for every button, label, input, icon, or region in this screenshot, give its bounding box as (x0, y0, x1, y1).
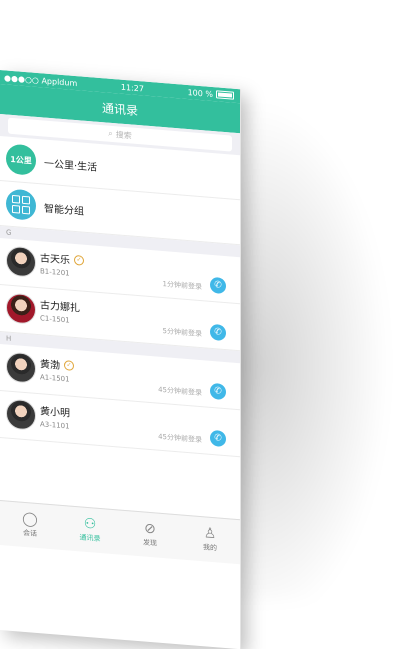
phone-screen: ●●●○○ Appldum 11:27 100 % 通讯录 ⌕ 搜索 1公里 一… (0, 70, 241, 649)
tab-label: 会话 (23, 528, 37, 538)
tab-me[interactable]: ♙ 我的 (180, 515, 240, 564)
page-title: 通讯录 (101, 100, 138, 118)
contact-name: 古力娜扎 (40, 300, 80, 315)
phone-call-icon[interactable]: ✆ (210, 429, 226, 448)
chat-bubble-icon: ◯ (22, 510, 38, 529)
special-item-label: 智能分组 (44, 203, 84, 218)
contact-name: 黄渤 (40, 359, 60, 372)
avatar (6, 245, 36, 278)
last-login: 5分钟前登录 (162, 327, 202, 339)
search-icon: ⌕ (108, 128, 113, 139)
tab-label: 发现 (143, 538, 157, 548)
contact-name-wrap: 黄渤 ✓ (40, 355, 74, 373)
last-login: 1分钟前登录 (162, 280, 202, 292)
tab-chat[interactable]: ◯ 会话 (0, 501, 60, 550)
tab-label: 我的 (203, 543, 217, 553)
contact-name-wrap: 黄小明 (40, 402, 70, 419)
phone-call-icon[interactable]: ✆ (210, 382, 226, 401)
avatar (6, 398, 36, 431)
contact-room: C1-1501 (40, 314, 70, 325)
tab-bar: ◯ 会话 ⚇ 通讯录 ⊘ 发现 ♙ 我的 (0, 500, 240, 565)
avatar (6, 351, 36, 384)
contact-room: A3-1101 (40, 420, 70, 431)
verified-icon: ✓ (74, 254, 84, 266)
verified-icon: ✓ (64, 359, 74, 371)
battery-area: 100 % (188, 88, 234, 101)
clock: 11:27 (120, 82, 144, 94)
phone-call-icon[interactable]: ✆ (210, 323, 226, 342)
tab-discover[interactable]: ⊘ 发现 (120, 511, 180, 560)
avatar (6, 292, 36, 325)
special-item-label: 一公里·生活 (44, 158, 98, 174)
battery-label: 100 % (187, 87, 213, 99)
contact-name-wrap: 古天乐 ✓ (40, 249, 84, 268)
one-km-logo-icon: 1公里 (6, 143, 36, 176)
grid-icon (6, 188, 36, 221)
contact-room: B1-1201 (40, 267, 70, 278)
contact-name: 古天乐 (40, 253, 70, 267)
tab-contacts[interactable]: ⚇ 通讯录 (60, 506, 120, 555)
contact-name-wrap: 古力娜扎 (40, 296, 80, 314)
last-login: 45分钟前登录 (158, 432, 202, 445)
search-placeholder: 搜索 (115, 129, 132, 141)
one-km-logo-text: 1公里 (10, 154, 32, 166)
contact-room: A1-1501 (40, 373, 70, 384)
last-login: 45分钟前登录 (158, 385, 202, 398)
contact-name: 黄小明 (40, 406, 70, 420)
tab-label: 通讯录 (79, 533, 101, 544)
phone-call-icon[interactable]: ✆ (210, 276, 226, 295)
person-icon: ♙ (203, 525, 217, 543)
battery-icon (215, 90, 234, 100)
contacts-icon: ⚇ (83, 515, 97, 533)
compass-icon: ⊘ (144, 520, 156, 538)
